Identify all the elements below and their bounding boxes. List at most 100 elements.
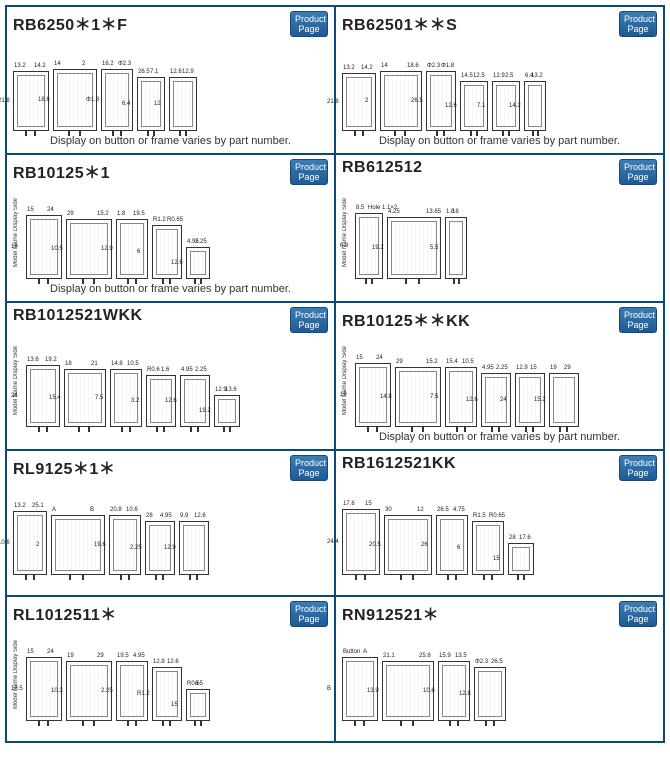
dimension-label: Φ1.8 [441, 63, 454, 69]
dimension-label: B [90, 507, 94, 513]
tech-drawing-view: Φ2.3Φ1.826.5 [426, 71, 456, 131]
dimension-label: 19 [67, 653, 74, 659]
tech-drawing-view: 13.225.110.6 [13, 511, 47, 575]
badge-line1: Product [624, 310, 652, 320]
dimension-label: 14 [381, 63, 388, 69]
dimension-label: 12.6 [171, 260, 183, 266]
dimension-label: 15.9 [439, 653, 451, 659]
dimension-label: 12.9 [164, 545, 176, 551]
cell-header: RL9125＊1＊ProductPage [13, 455, 328, 481]
dimension-label: 25.1 [32, 503, 44, 509]
dimension-label: 19 [340, 392, 347, 398]
drawing-area: ButtonAB21.125.813.915.913.510.6Φ2.326.5… [342, 629, 657, 721]
dimension-label: 18.6 [407, 63, 419, 69]
dimension-label: 8.5 [356, 205, 364, 211]
tech-drawing-view: R1.2R0.656 [152, 225, 182, 279]
dimension-label: 7.5 [430, 394, 438, 400]
dimension-label: 14.8 [111, 361, 123, 367]
dimension-label: R1.2 [153, 217, 166, 223]
drawing-area: 13.214.221.814218.616.2Φ2.3Φ1.826.57.16.… [13, 39, 328, 131]
dimension-label: 14 [54, 61, 61, 67]
dimension-label: 19 [550, 365, 557, 371]
dimension-label: 29 [396, 359, 403, 365]
dimension-label: 19.2 [45, 357, 57, 363]
cell-header: RB612512ProductPage [342, 159, 657, 185]
dimension-label: 12.9 [153, 659, 165, 665]
cell-header: RB62501＊＊S ProductPage [342, 11, 657, 37]
dimension-label: 20.8 [110, 507, 122, 513]
product-cell: RB1012521WKKProductPageModel Name Displa… [6, 302, 335, 450]
product-cell: RB6250＊1＊FProductPage13.214.221.814218.6… [6, 6, 335, 154]
side-label: Model Name Display Side [13, 640, 20, 709]
badge-line1: Product [295, 14, 323, 24]
dimension-label: 19.2 [372, 245, 384, 251]
dimension-label: 21.8 [327, 99, 339, 105]
dimension-label: 13.9 [367, 688, 379, 694]
dimension-label: R0.65 [489, 513, 505, 519]
dimension-label: 12.9 [101, 246, 113, 252]
badge-line1: Product [295, 604, 323, 614]
dimension-label: 10.5 [51, 246, 63, 252]
product-cell: RB10125＊1ProductPageModel Name Display S… [6, 154, 335, 302]
dimension-label: 2.25 [496, 365, 508, 371]
dimension-label: Φ2.3 [427, 63, 440, 69]
product-page-badge[interactable]: ProductPage [619, 159, 657, 185]
dimension-label: 24 [47, 207, 54, 213]
dimension-label: 28 [146, 513, 153, 519]
drawing-area: Model Name Display Side8.5Hole 1.1×26.84… [342, 187, 657, 279]
dimension-label: 19 [11, 244, 18, 250]
product-page-badge[interactable]: ProductPage [290, 307, 328, 333]
badge-line1: Product [624, 14, 652, 24]
tech-drawing-view: R0.65615 [186, 689, 210, 721]
dimension-label: 12.6 [445, 103, 457, 109]
dimension-label: 16.2 [102, 61, 114, 67]
dimension-label: 15 [493, 556, 500, 562]
dimension-label: 28 [509, 535, 516, 541]
dimension-label: 18.6 [38, 97, 50, 103]
dimension-label: 5.5 [430, 245, 438, 251]
badge-line2: Page [624, 320, 652, 330]
dimension-label: 15 [27, 207, 34, 213]
part-number-title: RB62501＊＊S [342, 11, 457, 35]
dimension-label: 15 [356, 355, 363, 361]
product-page-badge[interactable]: ProductPage [619, 307, 657, 333]
dimension-label: 15 [27, 649, 34, 655]
tech-drawing-view: Φ2.326.512.8 [474, 667, 506, 721]
product-page-badge[interactable]: ProductPage [290, 601, 328, 627]
dimension-label: 26.5 [437, 507, 449, 513]
dimension-label: R0.6 [147, 367, 160, 373]
product-page-badge[interactable]: ProductPage [619, 455, 657, 481]
product-page-badge[interactable]: ProductPage [290, 159, 328, 185]
badge-line2: Page [624, 614, 652, 624]
badge-line2: Page [295, 614, 323, 624]
product-page-badge[interactable]: ProductPage [619, 601, 657, 627]
dimension-label: 2 [36, 542, 39, 548]
dimension-label: 10.5 [11, 686, 23, 692]
dimension-label: 10.5 [127, 361, 139, 367]
dimension-label: 19.6 [94, 542, 106, 548]
dimension-label: 12.6 [165, 398, 177, 404]
tech-drawing-view: 12.612.912 [169, 77, 197, 131]
dimension-label: 3.2 [131, 398, 139, 404]
product-page-badge[interactable]: ProductPage [290, 455, 328, 481]
dimension-label: 21.8 [0, 98, 10, 104]
dimension-label: 1.6 [161, 367, 169, 373]
product-page-badge[interactable]: ProductPage [619, 11, 657, 37]
drawing-area: 13.225.110.6AB220.810.619.6284.952.259.9… [13, 483, 328, 575]
dimension-label: 10.3 [51, 688, 63, 694]
dimension-label: 2 [82, 61, 85, 67]
dimension-label: 1.8 [117, 211, 125, 217]
dimension-label: R0.65 [167, 217, 183, 223]
badge-line2: Page [295, 172, 323, 182]
dimension-label: Button [343, 649, 360, 655]
dimension-label: 24 [376, 355, 383, 361]
product-page-badge[interactable]: ProductPage [290, 11, 328, 37]
tech-drawing-view: 1.8185.5 [445, 217, 467, 279]
cell-header: RL1012511＊ProductPage [13, 601, 328, 627]
product-cell: RB612512ProductPageModel Name Display Si… [335, 154, 664, 302]
tech-drawing-view: 12.913.619.2 [214, 395, 240, 427]
cell-header: RB10125＊1ProductPage [13, 159, 328, 185]
dimension-label: 13.2 [531, 73, 543, 79]
dimension-label: 29 [97, 653, 104, 659]
badge-line2: Page [295, 468, 323, 478]
